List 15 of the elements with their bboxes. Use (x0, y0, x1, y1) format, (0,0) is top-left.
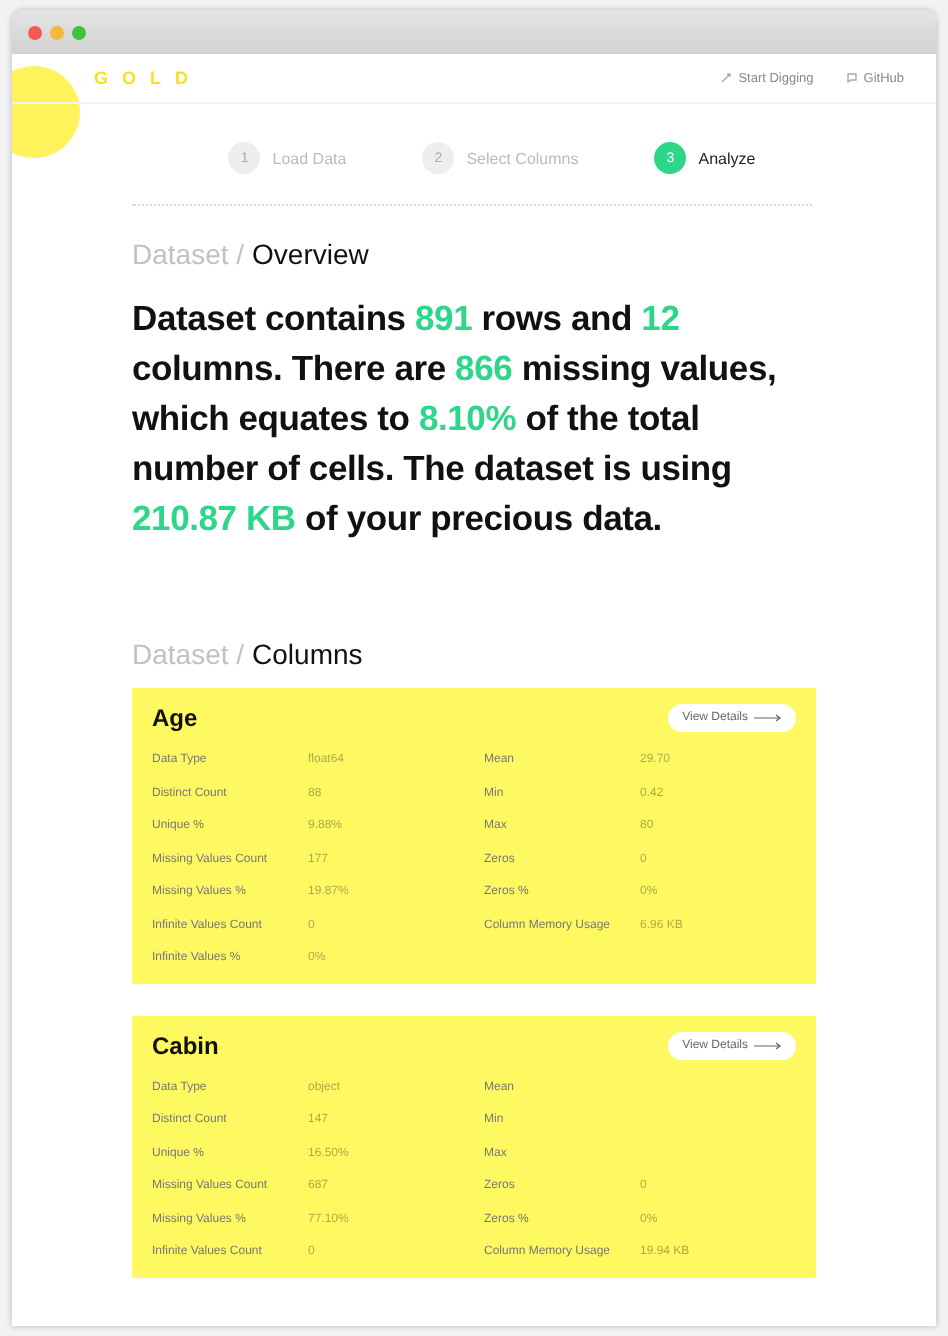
chat-icon (845, 72, 858, 84)
dataset-summary: Dataset contains 891 rows and 12 columns. There are 866 missing values, which equates to 8.10% of the total number of cells. The dataset is using 210.87 KB of your precious data. (132, 296, 779, 542)
arrow-icon (754, 1041, 782, 1049)
section-title: Columns (252, 638, 363, 670)
breadcrumb: Dataset / (132, 638, 245, 670)
logo: GOLD (94, 68, 204, 88)
maximize-icon[interactable] (72, 25, 86, 39)
breadcrumb: Dataset / (132, 238, 245, 270)
circle-decoration (12, 66, 80, 158)
column-name: Age (152, 704, 198, 732)
arrow-icon (754, 714, 782, 722)
section-title: Overview (252, 238, 369, 270)
column-name: Cabin (152, 1031, 219, 1059)
minimize-icon[interactable] (50, 25, 64, 39)
close-icon[interactable] (28, 25, 42, 39)
